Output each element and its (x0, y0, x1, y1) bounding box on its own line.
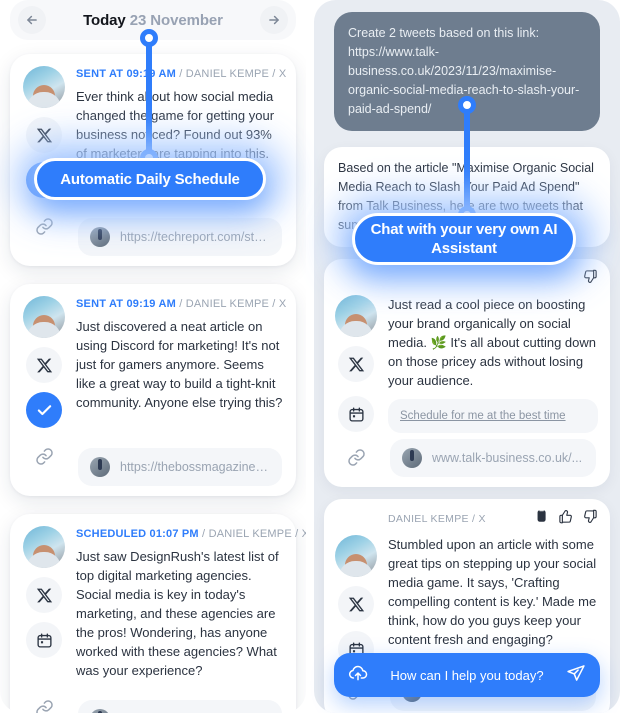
callout-connector-left (146, 38, 152, 166)
x-twitter-icon[interactable] (26, 577, 62, 613)
post-meta: SENT AT 09:19 AM / DANIEL KEMPE / X (76, 298, 287, 310)
tweet-author: DANIEL KEMPE / X (388, 513, 486, 525)
favicon (402, 448, 422, 468)
page-title: Today 23 November (83, 12, 223, 29)
schedule-best-time-button[interactable]: Schedule for me at the best time (388, 399, 598, 433)
copy-icon[interactable] (534, 509, 548, 529)
avatar (335, 295, 377, 337)
x-twitter-icon[interactable] (26, 117, 62, 153)
link-icon[interactable] (26, 208, 62, 244)
post-author: / DANIEL KEMPE / X (198, 528, 306, 540)
avatar (335, 535, 377, 577)
schedule-label: Schedule for me at the best time (400, 410, 566, 422)
scheduled-post-card[interactable]: SCHEDULED 01:07 PM / DANIEL KEMPE / X Ju… (10, 514, 306, 713)
post-link-chip[interactable]: https://techreport.com/statistics... (78, 218, 282, 256)
post-link-chip[interactable]: https://www.prweb.com/release... (78, 700, 282, 713)
x-twitter-icon[interactable] (338, 346, 374, 382)
arrow-left-icon[interactable] (18, 6, 46, 34)
link-icon[interactable] (26, 690, 62, 713)
favicon (90, 457, 110, 477)
arrow-right-icon[interactable] (259, 6, 288, 34)
post-link-chip[interactable]: https://thebossmagazine.com/le... (78, 448, 282, 486)
status-badge: SCHEDULED 01:07 PM (76, 528, 199, 540)
link-icon[interactable] (338, 439, 374, 475)
post-link-url: https://techreport.com/statistics... (120, 230, 270, 244)
date-value: 23 November (129, 11, 223, 29)
app-screenshot: Today 23 November SENT AT 09:19 AM / DAN… (0, 0, 620, 713)
thumbs-up-icon[interactable] (558, 509, 573, 529)
x-twitter-icon[interactable] (338, 586, 374, 622)
status-badge: SENT AT 09:19 AM (76, 68, 176, 80)
post-text: Just saw DesignRush's latest list of top… (76, 549, 279, 678)
tweet-head (334, 269, 598, 289)
callout-node-top-left (140, 29, 158, 47)
chat-input[interactable]: How can I help you today? (378, 668, 556, 683)
tweet-link-url: www.talk-business.co.uk/... (432, 451, 583, 465)
post-body: SENT AT 09:19 AM / DANIEL KEMPE / X Just… (76, 296, 287, 428)
cloud-upload-icon[interactable] (348, 663, 368, 688)
schedule-scroll-area[interactable]: Today 23 November SENT AT 09:19 AM / DAN… (0, 0, 306, 713)
schedule-panel: Today 23 November SENT AT 09:19 AM / DAN… (0, 0, 306, 713)
status-badge: SENT AT 09:19 AM (76, 298, 176, 310)
tweet-link-chip[interactable]: www.talk-business.co.uk/... (390, 439, 596, 477)
date-today-label: Today (83, 11, 126, 29)
post-rail (22, 296, 66, 428)
post-author: / DANIEL KEMPE / X (175, 298, 287, 310)
tweet-head: DANIEL KEMPE / X (334, 509, 598, 529)
x-twitter-icon[interactable] (26, 347, 62, 383)
post-link-url: https://thebossmagazine.com/le... (120, 460, 270, 474)
post-body: SCHEDULED 01:07 PM / DANIEL KEMPE / X Ju… (76, 526, 306, 680)
callout-node-top-right (458, 96, 476, 114)
calendar-icon[interactable] (338, 396, 374, 432)
tweet-actions (534, 509, 598, 529)
link-icon[interactable] (26, 438, 62, 474)
post-author: / DANIEL KEMPE / X (175, 68, 287, 80)
favicon (90, 227, 110, 247)
tweet-rail (334, 535, 378, 667)
tweet-actions (583, 269, 598, 289)
avatar (23, 66, 65, 108)
post-rail (22, 526, 66, 680)
tweet-rail (334, 295, 378, 390)
tweet-text: Just read a cool piece on boosting your … (388, 297, 596, 388)
calendar-icon[interactable] (26, 622, 62, 658)
avatar (23, 526, 65, 568)
favicon (90, 709, 110, 713)
tweet-text: Stumbled upon an article with some great… (388, 537, 597, 647)
post-meta: SCHEDULED 01:07 PM / DANIEL KEMPE / X (76, 528, 306, 540)
avatar (23, 296, 65, 338)
scheduled-post-card[interactable]: SENT AT 09:19 AM / DANIEL KEMPE / X Just… (10, 284, 296, 496)
callout-automatic-daily-schedule[interactable]: Automatic Daily Schedule (34, 158, 266, 200)
thumbs-down-icon[interactable] (583, 509, 598, 529)
check-icon[interactable] (26, 392, 62, 428)
post-meta: SENT AT 09:19 AM / DANIEL KEMPE / X (76, 68, 287, 80)
thumbs-down-icon[interactable] (583, 269, 598, 289)
chat-composer[interactable]: How can I help you today? (334, 653, 600, 697)
post-text: Just discovered a neat article on using … (76, 319, 283, 410)
send-icon[interactable] (566, 663, 586, 688)
ai-tweet-card[interactable]: Just read a cool piece on boosting your … (324, 259, 610, 487)
callout-chat-with-ai-assistant[interactable]: Chat with your very own AI Assistant (352, 213, 576, 265)
